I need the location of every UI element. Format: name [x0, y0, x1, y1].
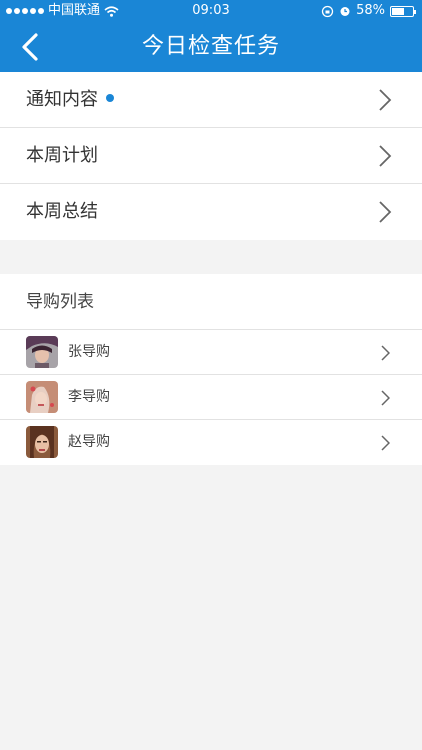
battery-icon	[390, 5, 416, 17]
chevron-right-icon	[379, 145, 392, 167]
page-title: 今日检查任务	[141, 34, 280, 59]
unread-dot-badge	[106, 94, 114, 102]
menu-item-notice[interactable]: 通知内容	[0, 72, 422, 128]
guide-name: 赵导购	[68, 434, 110, 450]
menu-item-weekly-summary[interactable]: 本周总结	[0, 184, 422, 240]
battery-label: 58%	[356, 3, 385, 18]
alarm-icon	[340, 7, 350, 16]
guide-name: 李导购	[68, 389, 110, 405]
status-right: 58%	[321, 0, 416, 22]
avatar	[26, 336, 58, 368]
menu-item-label: 本周计划	[26, 145, 98, 166]
guide-item-zhao[interactable]: 赵导购	[0, 420, 422, 465]
nav-bar: 今日检查任务	[0, 22, 422, 72]
rotation-lock-icon	[321, 5, 334, 17]
menu-item-label: 通知内容	[26, 72, 114, 128]
task-menu: 通知内容 本周计划 本周总结	[0, 72, 422, 240]
top-bar: 中国联通 09:03 58% 今日检查任务	[0, 0, 422, 72]
chevron-right-icon	[381, 435, 390, 451]
chevron-right-icon	[381, 390, 390, 406]
chevron-right-icon	[379, 89, 392, 111]
status-bar: 中国联通 09:03 58%	[0, 0, 422, 22]
guide-list: 导购列表 张导购 李导购 赵导购	[0, 274, 422, 465]
notice-label: 通知内容	[26, 89, 98, 110]
guide-item-zhang[interactable]: 张导购	[0, 330, 422, 375]
battery-level	[392, 7, 404, 15]
guide-name: 张导购	[68, 344, 110, 360]
chevron-right-icon	[379, 201, 392, 223]
avatar	[26, 426, 58, 458]
guide-list-title: 导购列表	[0, 274, 422, 330]
menu-item-label: 本周总结	[26, 201, 98, 222]
avatar	[26, 381, 58, 413]
menu-item-weekly-plan[interactable]: 本周计划	[0, 128, 422, 184]
chevron-right-icon	[381, 345, 390, 361]
guide-item-li[interactable]: 李导购	[0, 375, 422, 420]
